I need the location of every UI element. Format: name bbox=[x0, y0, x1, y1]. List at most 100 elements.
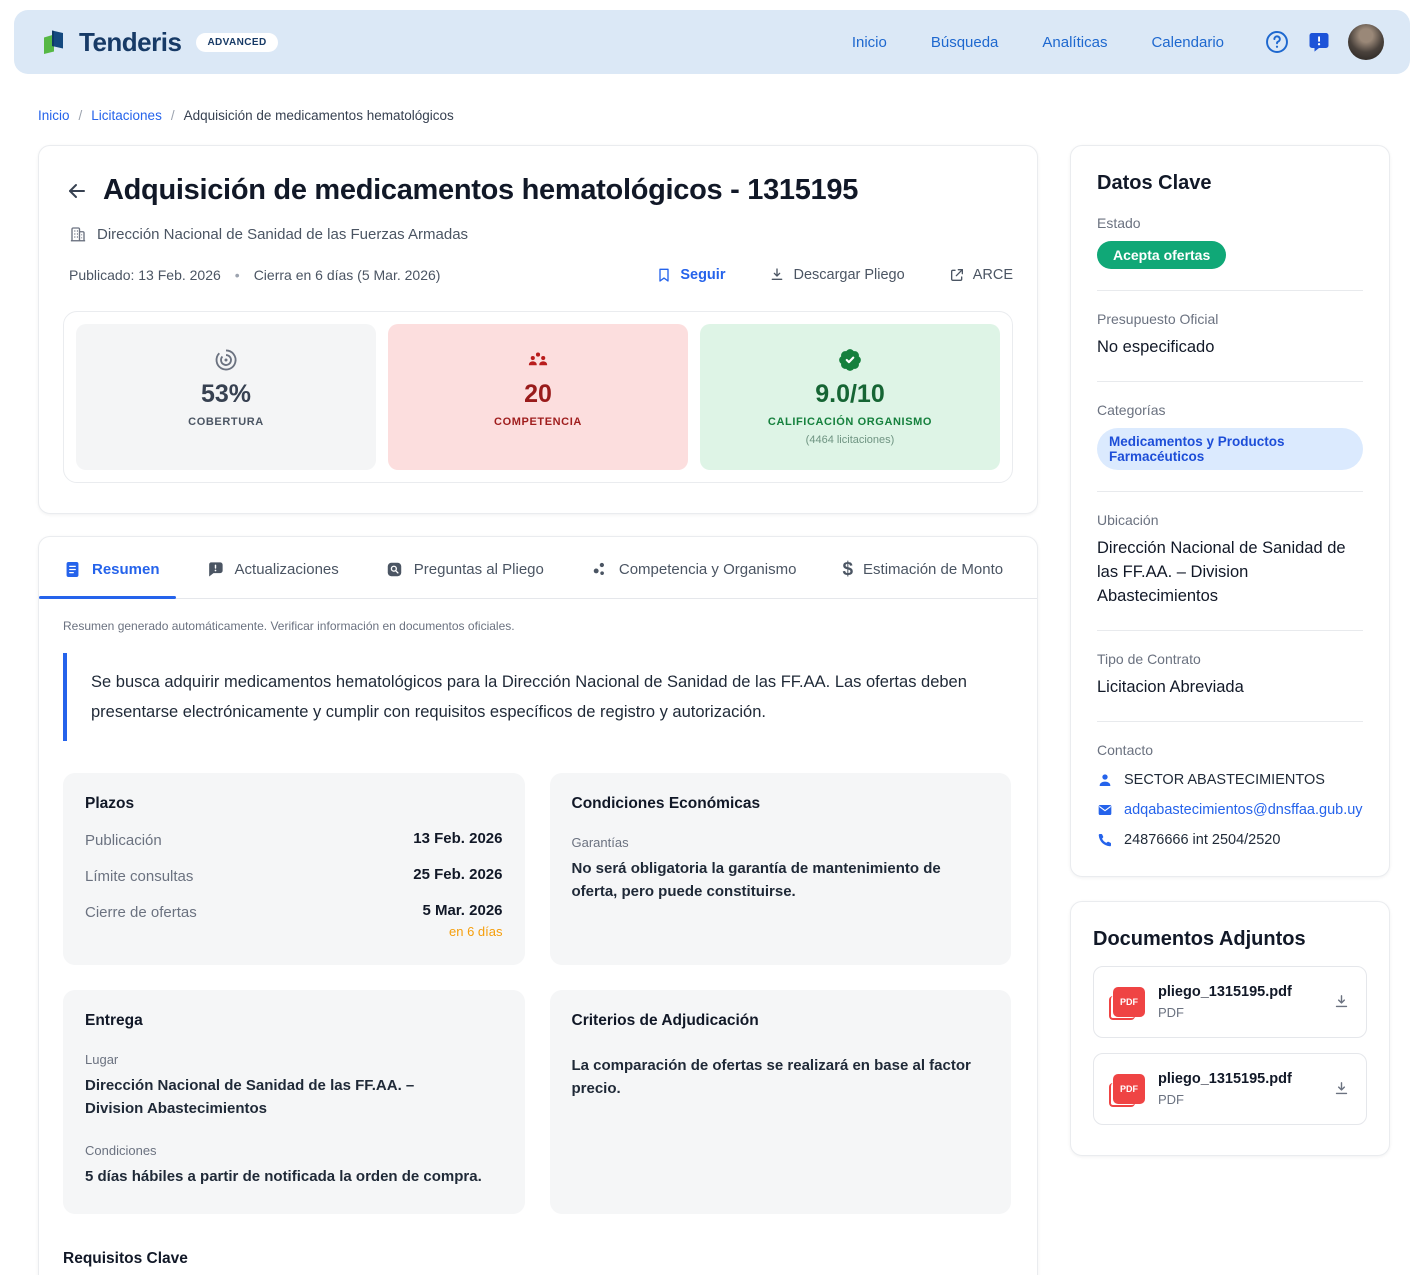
rating-label: CALIFICACIÓN ORGANISMO bbox=[710, 416, 990, 428]
pdf-icon: PDF bbox=[1113, 987, 1145, 1017]
phone-icon bbox=[1097, 832, 1113, 848]
follow-button[interactable]: Seguir bbox=[656, 267, 725, 283]
dollar-icon: $ bbox=[842, 560, 853, 579]
document-icon bbox=[63, 560, 82, 579]
document-type: PDF bbox=[1158, 1005, 1292, 1020]
presupuesto-value: No especificado bbox=[1097, 336, 1363, 360]
tab-resumen[interactable]: Resumen bbox=[63, 537, 160, 598]
stats-box: 53% COBERTURA 20 COMPETENCIA bbox=[63, 311, 1013, 483]
rating-value: 9.0/10 bbox=[710, 380, 990, 409]
breadcrumb-separator: / bbox=[171, 108, 175, 123]
contact-email-row: adqabastecimientos@dnsffaa.gub.uy bbox=[1097, 802, 1363, 818]
deadline-countdown: en 6 días bbox=[422, 924, 502, 939]
building-icon bbox=[69, 225, 87, 243]
main-nav: Inicio Búsqueda Analíticas Calendario bbox=[852, 34, 1224, 51]
tipo-contrato-value: Licitacion Abreviada bbox=[1097, 676, 1363, 700]
plazos-row-publicacion: Publicación 13 Feb. 2026 bbox=[85, 830, 503, 849]
person-icon bbox=[1097, 772, 1113, 788]
datos-clave-card: Datos Clave Estado Acepta ofertas Presup… bbox=[1070, 145, 1390, 877]
download-icon bbox=[1333, 1080, 1350, 1097]
users-icon bbox=[398, 347, 678, 373]
stat-coverage: 53% COBERTURA bbox=[76, 324, 376, 470]
document-download-button[interactable] bbox=[1333, 1080, 1350, 1097]
document-name: pliego_1315195.pdf bbox=[1158, 1071, 1292, 1087]
help-icon[interactable] bbox=[1264, 29, 1290, 55]
tender-detail-card: Resumen Actualizaciones bbox=[38, 536, 1038, 1275]
criterios-card: Criterios de Adjudicación La comparación… bbox=[550, 990, 1012, 1214]
alert-bubble-icon bbox=[206, 560, 225, 579]
breadcrumb-inicio[interactable]: Inicio bbox=[38, 108, 70, 123]
document-item[interactable]: PDF pliego_1315195.pdf PDF bbox=[1093, 1053, 1367, 1125]
coverage-value: 53% bbox=[86, 380, 366, 409]
plan-badge: ADVANCED bbox=[196, 33, 277, 52]
back-button[interactable] bbox=[63, 177, 91, 205]
tender-header-card: Adquisición de medicamentos hematológico… bbox=[38, 145, 1038, 514]
nav-item-analiticas[interactable]: Analíticas bbox=[1042, 34, 1107, 51]
published-date: Publicado: 13 Feb. 2026 bbox=[69, 267, 221, 283]
nav-item-inicio[interactable]: Inicio bbox=[852, 34, 887, 51]
tab-bar: Resumen Actualizaciones bbox=[39, 537, 1037, 599]
tenderis-logo-icon bbox=[40, 27, 70, 57]
tab-preguntas[interactable]: Preguntas al Pliego bbox=[385, 537, 544, 598]
target-icon bbox=[86, 347, 366, 373]
arce-external-button[interactable]: ARCE bbox=[949, 267, 1013, 283]
status-badge: Acepta ofertas bbox=[1097, 241, 1226, 269]
meta-dot: • bbox=[235, 267, 240, 283]
breadcrumb-separator: / bbox=[79, 108, 83, 123]
nav-item-busqueda[interactable]: Búsqueda bbox=[931, 34, 999, 51]
contact-phone: 24876666 int 2504/2520 bbox=[1124, 832, 1280, 848]
tab-competencia[interactable]: Competencia y Organismo bbox=[590, 537, 797, 598]
divider bbox=[1097, 290, 1363, 291]
document-type: PDF bbox=[1158, 1092, 1292, 1107]
divider bbox=[1097, 491, 1363, 492]
coverage-label: COBERTURA bbox=[86, 416, 366, 428]
auto-summary-disclaimer: Resumen generado automáticamente. Verifi… bbox=[63, 619, 1013, 633]
feedback-icon[interactable] bbox=[1307, 30, 1331, 54]
breadcrumb-licitaciones[interactable]: Licitaciones bbox=[91, 108, 162, 123]
download-pliego-button[interactable]: Descargar Pliego bbox=[769, 267, 904, 283]
summary-quote: Se busca adquirir medicamentos hematológ… bbox=[63, 653, 1013, 741]
rating-sub: (4464 licitaciones) bbox=[710, 434, 990, 446]
nav-item-calendario[interactable]: Calendario bbox=[1151, 34, 1224, 51]
datos-clave-title: Datos Clave bbox=[1097, 172, 1363, 195]
brand-name: Tenderis bbox=[79, 27, 181, 58]
plazos-card: Plazos Publicación 13 Feb. 2026 Límite c… bbox=[63, 773, 525, 965]
tab-actualizaciones[interactable]: Actualizaciones bbox=[206, 537, 339, 598]
search-document-icon bbox=[385, 560, 404, 579]
dots-cluster-icon bbox=[590, 560, 609, 579]
category-chip[interactable]: Medicamentos y Productos Farmacéuticos bbox=[1097, 428, 1363, 470]
document-item[interactable]: PDF pliego_1315195.pdf PDF bbox=[1093, 966, 1367, 1038]
contact-email-link[interactable]: adqabastecimientos@dnsffaa.gub.uy bbox=[1124, 802, 1363, 818]
stat-competition: 20 COMPETENCIA bbox=[388, 324, 688, 470]
brand[interactable]: Tenderis ADVANCED bbox=[40, 27, 278, 58]
contact-name: SECTOR ABASTECIMIENTOS bbox=[1124, 772, 1325, 788]
download-icon bbox=[1333, 993, 1350, 1010]
breadcrumb: Inicio / Licitaciones / Adquisición de m… bbox=[38, 108, 1424, 123]
competition-label: COMPETENCIA bbox=[398, 416, 678, 428]
mail-icon bbox=[1097, 802, 1113, 818]
competition-value: 20 bbox=[398, 380, 678, 409]
documentos-title: Documentos Adjuntos bbox=[1093, 928, 1367, 951]
documentos-adjuntos-card: Documentos Adjuntos PDF pliego_1315195.p… bbox=[1070, 901, 1390, 1156]
top-icons bbox=[1264, 24, 1384, 60]
bookmark-icon bbox=[656, 267, 672, 283]
plazos-row-limite: Límite consultas 25 Feb. 2026 bbox=[85, 866, 503, 885]
plazos-title: Plazos bbox=[85, 795, 503, 813]
document-download-button[interactable] bbox=[1333, 993, 1350, 1010]
breadcrumb-current: Adquisición de medicamentos hematológico… bbox=[184, 108, 454, 123]
ubicacion-value: Dirección Nacional de Sanidad de las FF.… bbox=[1097, 537, 1363, 609]
requisitos-heading: Requisitos Clave bbox=[63, 1250, 1013, 1268]
divider bbox=[1097, 381, 1363, 382]
stat-rating: 9.0/10 CALIFICACIÓN ORGANISMO (4464 lici… bbox=[700, 324, 1000, 470]
external-link-icon bbox=[949, 267, 965, 283]
document-name: pliego_1315195.pdf bbox=[1158, 984, 1292, 1000]
closing-date: Cierra en 6 días (5 Mar. 2026) bbox=[254, 267, 441, 283]
tab-estimacion[interactable]: $ Estimación de Monto bbox=[842, 537, 1003, 598]
page-title: Adquisición de medicamentos hematológico… bbox=[103, 174, 858, 207]
download-icon bbox=[769, 267, 785, 283]
user-avatar[interactable] bbox=[1348, 24, 1384, 60]
top-navigation-bar: Tenderis ADVANCED Inicio Búsqueda Analít… bbox=[14, 10, 1410, 74]
contact-name-row: SECTOR ABASTECIMIENTOS bbox=[1097, 772, 1363, 788]
plazos-row-cierre: Cierre de ofertas 5 Mar. 2026 en 6 días bbox=[85, 902, 503, 939]
pdf-icon: PDF bbox=[1113, 1074, 1145, 1104]
